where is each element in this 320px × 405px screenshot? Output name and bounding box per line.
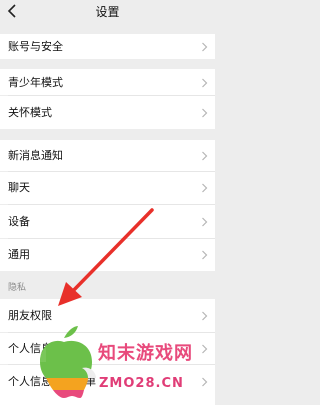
chevron-right-icon [202,183,208,193]
chevron-right-icon [202,217,208,227]
settings-screen: 设置 账号与安全 青少年模式 关怀模式 新消息通知 聊天 设备 通用 隐私 朋友… [0,0,215,405]
chevron-right-icon [202,42,208,52]
settings-item-chat[interactable]: 聊天 [0,172,215,204]
settings-item-teen-mode[interactable]: 青少年模式 [0,69,215,95]
chevron-right-icon [202,311,208,321]
navigation-bar: 设置 [0,0,215,27]
settings-item-friend-permissions[interactable]: 朋友权限 [0,299,215,332]
settings-item-devices[interactable]: 设备 [0,205,215,238]
watermark-name: 知末游戏网 [98,343,193,364]
settings-item-label: 通用 [8,248,30,261]
settings-item-account-security[interactable]: 账号与安全 [0,34,215,59]
settings-item-general[interactable]: 通用 [0,239,215,271]
watermark-domain: ZMO28.CN [99,376,184,391]
settings-item-label: 关怀模式 [8,106,52,119]
section-caption-privacy: 隐私 [8,283,27,293]
chevron-right-icon [202,344,208,354]
page-title: 设置 [95,5,120,19]
settings-item-new-message-notifications[interactable]: 新消息通知 [0,140,215,171]
chevron-right-icon [202,250,208,260]
settings-item-care-mode[interactable]: 关怀模式 [0,96,215,129]
settings-item-label: 聊天 [8,181,30,194]
chevron-right-icon [202,151,208,161]
settings-item-label: 账号与安全 [8,40,63,53]
settings-item-label: 青少年模式 [8,76,63,89]
chevron-right-icon [202,108,208,118]
chevron-right-icon [202,377,208,387]
settings-item-label: 设备 [8,215,30,228]
chevron-right-icon [202,78,208,88]
settings-item-label: 新消息通知 [8,149,63,162]
watermark-logo [40,326,96,398]
